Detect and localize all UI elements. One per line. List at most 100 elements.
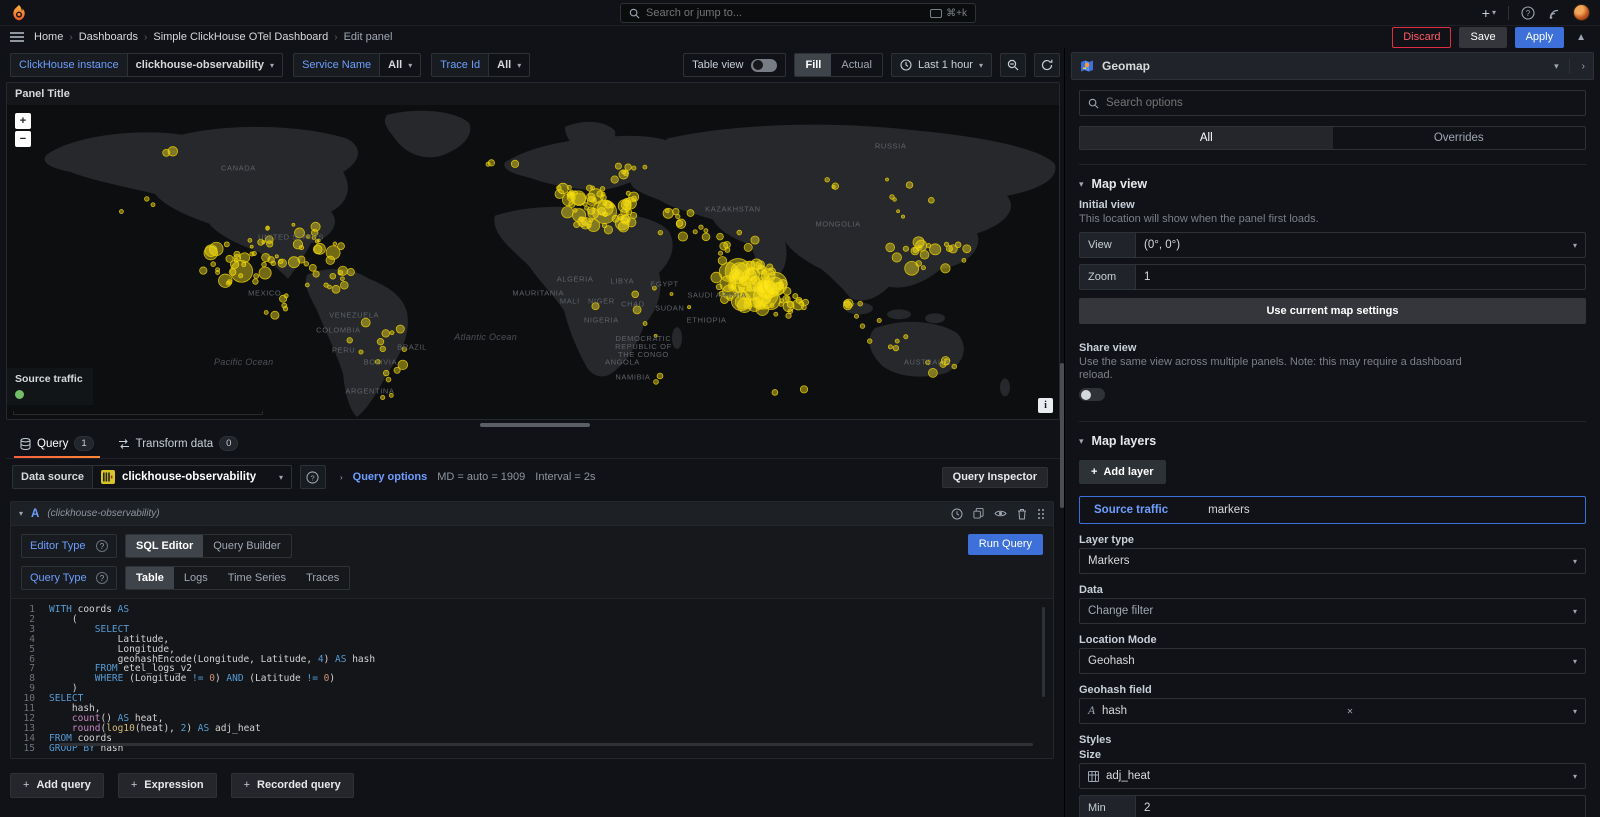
min-input[interactable]: 2: [1135, 795, 1586, 817]
view-select[interactable]: (0°, 0°) ▾: [1135, 232, 1586, 258]
zoom-label: Zoom: [1079, 264, 1135, 290]
discard-button[interactable]: Discard: [1392, 27, 1451, 48]
filter-value-dropdown[interactable]: All▾: [488, 53, 530, 77]
add-layer-button[interactable]: + Add layer: [1079, 460, 1166, 484]
options-search[interactable]: [1079, 90, 1586, 116]
apply-button[interactable]: Apply: [1515, 27, 1565, 48]
size-field-select[interactable]: adj_heat ▾: [1079, 763, 1586, 789]
filter-clickhouse-instance: ClickHouse instanceclickhouse-observabil…: [10, 53, 283, 77]
remove-query-icon[interactable]: [1017, 508, 1027, 520]
options-tab-all[interactable]: All: [1080, 127, 1333, 149]
breadcrumb-item-home[interactable]: Home: [34, 31, 63, 43]
add-add-query-button[interactable]: +Add query: [10, 773, 104, 798]
button-label: Expression: [144, 779, 203, 792]
query-type-time-series[interactable]: Time Series: [218, 567, 296, 589]
map-view-section-header[interactable]: ▾ Map view: [1079, 175, 1586, 197]
editor-vscrollbar[interactable]: [1042, 607, 1045, 697]
refresh-button[interactable]: [1034, 53, 1060, 77]
user-avatar[interactable]: [1573, 4, 1590, 21]
fill-option[interactable]: Fill: [795, 54, 831, 76]
filter-value-dropdown[interactable]: clickhouse-observability▾: [127, 53, 283, 77]
initial-view-desc: This location will show when the panel f…: [1079, 213, 1586, 226]
query-type-logs[interactable]: Logs: [174, 567, 218, 589]
table-view-toggle[interactable]: [751, 59, 777, 72]
news-icon[interactable]: [1547, 6, 1561, 20]
add-expression-button[interactable]: +Expression: [118, 773, 217, 798]
collapse-pane-icon[interactable]: ›: [1569, 59, 1585, 74]
visualization-picker[interactable]: Geomap ▾ ›: [1071, 52, 1594, 80]
search-icon: [629, 8, 640, 19]
search-input[interactable]: [646, 7, 924, 19]
zoom-out-time-button[interactable]: [1000, 53, 1026, 77]
clear-icon[interactable]: ✕: [1347, 707, 1354, 716]
datasource-help-button[interactable]: ?: [300, 465, 326, 489]
drag-handle-icon[interactable]: [1037, 508, 1045, 520]
query-options-toggle[interactable]: Query options: [353, 471, 428, 483]
editor-type-query-builder[interactable]: Query Builder: [203, 535, 290, 557]
map-zoom-in-button[interactable]: +: [15, 113, 31, 129]
map-attribution-button[interactable]: i: [1038, 398, 1053, 413]
layer-item-source-traffic[interactable]: Source traffic markers: [1079, 496, 1586, 524]
field-type-icon: A: [1088, 705, 1095, 717]
layer-type-select[interactable]: Markers ▾: [1079, 548, 1586, 574]
query-inspector-button[interactable]: Query Inspector: [942, 467, 1048, 488]
size-label: Size: [1079, 749, 1586, 761]
datasource-picker[interactable]: clickhouse-observability ▾: [92, 465, 292, 489]
options-search-input[interactable]: [1106, 97, 1577, 109]
breadcrumb-separator: ›: [144, 32, 147, 43]
query-datasource-note: (clickhouse-observability): [47, 508, 159, 519]
geomap-panel[interactable]: Panel Title: [6, 82, 1060, 420]
time-range-picker[interactable]: Last 1 hour ▾: [891, 53, 992, 77]
add-recorded-query-button[interactable]: +Recorded query: [231, 773, 354, 798]
query-type-traces[interactable]: Traces: [296, 567, 349, 589]
map-canvas[interactable]: CANADARUSSIAUNITED STATESMEXICOKAZAKHSTA…: [7, 105, 1059, 419]
share-view-toggle[interactable]: [1079, 388, 1105, 401]
save-button[interactable]: Save: [1459, 27, 1506, 48]
edit-pane-left: ClickHouse instanceclickhouse-observabil…: [0, 48, 1064, 817]
line-number: 15: [11, 744, 49, 754]
tab-query[interactable]: Query1: [10, 430, 104, 458]
global-search[interactable]: ⌘+k: [620, 3, 976, 23]
editor-hscrollbar[interactable]: [59, 743, 1033, 746]
visualization-name: Geomap: [1102, 59, 1150, 73]
panel-resize-handle[interactable]: [480, 423, 590, 427]
data-filter-select[interactable]: Change filter ▾: [1079, 598, 1586, 624]
collapse-query-icon[interactable]: ▾: [19, 509, 23, 518]
map-layers-section-header[interactable]: ▾ Map layers: [1079, 432, 1586, 454]
info-icon[interactable]: ?: [96, 540, 108, 552]
transform-icon: [118, 438, 130, 450]
tab-transform-data[interactable]: Transform data0: [108, 430, 249, 458]
chevron-down-icon[interactable]: ▾: [1544, 61, 1569, 72]
use-current-map-settings-button[interactable]: Use current map settings: [1079, 298, 1586, 324]
filter-value-dropdown[interactable]: All▾: [379, 53, 421, 77]
menu-icon[interactable]: [10, 31, 24, 43]
breadcrumb-item-simple-clickhouse-otel-dashboard[interactable]: Simple ClickHouse OTel Dashboard: [153, 31, 328, 43]
map-zoom-controls: + −: [15, 113, 31, 147]
query-row-header[interactable]: ▾ A (clickhouse-observability): [11, 502, 1053, 526]
min-label: Min: [1079, 795, 1135, 817]
grafana-logo[interactable]: [10, 4, 28, 22]
actual-option[interactable]: Actual: [831, 54, 882, 76]
sql-editor[interactable]: 1WITH coords AS2 (3 SELECT4 Latitude,5 L…: [11, 598, 1053, 758]
new-menu-button[interactable]: +▾: [1482, 5, 1496, 21]
chevron-down-icon: ▾: [1492, 8, 1496, 17]
breadcrumb-item-dashboards[interactable]: Dashboards: [79, 31, 138, 43]
zoom-input[interactable]: 1: [1135, 264, 1586, 290]
editor-type-sql-editor[interactable]: SQL Editor: [126, 535, 203, 557]
duplicate-query-icon[interactable]: [973, 508, 984, 519]
collapse-options-icon[interactable]: ▲: [1572, 32, 1590, 43]
map-zoom-out-button[interactable]: −: [15, 131, 31, 147]
chevron-right-icon[interactable]: ›: [340, 473, 343, 482]
query-history-icon[interactable]: [951, 508, 963, 520]
geohash-field-select[interactable]: A hash ✕ ▾: [1079, 698, 1586, 724]
help-icon[interactable]: ?: [1521, 6, 1535, 20]
location-mode-select[interactable]: Geohash ▾: [1079, 648, 1586, 674]
scrollbar-thumb[interactable]: [1060, 363, 1064, 508]
options-tab-overrides[interactable]: Overrides: [1333, 127, 1586, 149]
query-type-table[interactable]: Table: [126, 567, 174, 589]
run-query-button[interactable]: Run Query: [968, 534, 1043, 555]
svg-text:?: ?: [1526, 9, 1531, 18]
hide-response-icon[interactable]: [994, 508, 1007, 519]
info-icon[interactable]: ?: [96, 572, 108, 584]
fill-actual-group: Fill Actual: [794, 53, 882, 77]
